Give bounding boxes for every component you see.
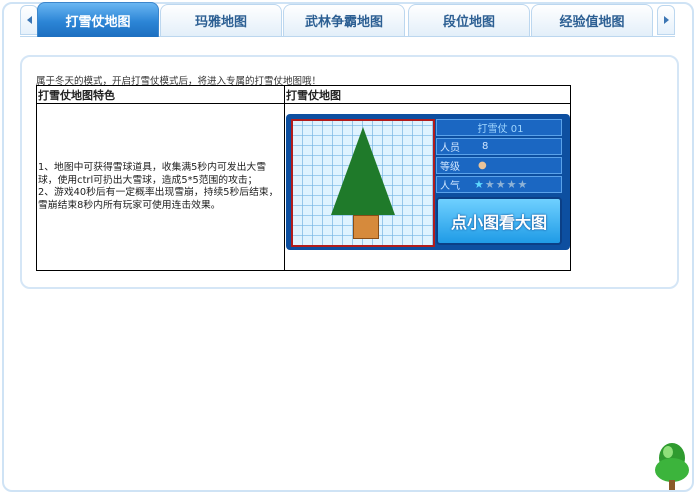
tab-exp-map[interactable]: 经验值地图 [531, 4, 653, 36]
view-large-map-button[interactable]: 点小图看大图 [436, 197, 562, 245]
level-row: 等级 ● [436, 157, 562, 174]
map-info-column: 打雪仗 01 人员 8 等级 ● 人气 ★★★★★ 点小图看大图 [436, 119, 562, 245]
map-preview-cell: 打雪仗 01 人员 8 等级 ● 人气 ★★★★★ 点小图看大图 [284, 103, 571, 271]
tree-trunk [353, 215, 379, 239]
level-badge-icon: ● [478, 160, 487, 171]
tab-wulin-map[interactable]: 武林争霸地图 [283, 4, 405, 36]
players-row: 人员 8 [436, 138, 562, 155]
pine-tree-icon [655, 443, 689, 490]
star-empty-icon: ★★★★ [484, 178, 529, 191]
level-label: 等级 [440, 162, 460, 173]
tab-scroll-right-button[interactable] [657, 5, 675, 35]
tab-rank-map[interactable]: 段位地图 [408, 4, 530, 36]
features-text: 1、地图中可获得雪球道具，收集满5秒内可发出大雪球，使用ctrl可扔出大雪球，造… [38, 162, 279, 211]
tab-snowball-map[interactable]: 打雪仗地图 [37, 2, 159, 37]
popularity-row: 人气 ★★★★★ [436, 176, 562, 193]
popularity-stars: ★★★★★ [474, 178, 528, 191]
content-panel: 属于冬天的模式，开启打雪仗模式后，将进入专属的打雪仗地图哦！ 打雪仗地图特色 打… [20, 55, 679, 289]
map-info-table: 打雪仗地图特色 打雪仗地图 1、地图中可获得雪球道具，收集满5秒内可发出大雪球，… [36, 85, 571, 271]
features-description: 1、地图中可获得雪球道具，收集满5秒内可发出大雪球，使用ctrl可扔出大雪球，造… [36, 103, 285, 271]
map-thumbnail[interactable] [291, 119, 435, 247]
map-title: 打雪仗 01 [436, 119, 562, 136]
players-value: 8 [482, 141, 489, 152]
christmas-tree-icon [331, 127, 395, 215]
arrow-right-icon [663, 16, 669, 24]
tab-maya-map[interactable]: 玛雅地图 [160, 4, 282, 36]
tab-scroll-left-button[interactable] [20, 5, 38, 35]
star-filled-icon: ★ [474, 178, 485, 191]
players-label: 人员 [440, 143, 460, 154]
arrow-left-icon [26, 16, 32, 24]
popularity-label: 人气 [440, 181, 460, 192]
tab-bar: 打雪仗地图 玛雅地图 武林争霸地图 段位地图 经验值地图 [20, 2, 675, 37]
map-preview-card[interactable]: 打雪仗 01 人员 8 等级 ● 人气 ★★★★★ 点小图看大图 [286, 114, 570, 250]
map-header: 打雪仗地图 [284, 85, 571, 104]
features-header: 打雪仗地图特色 [36, 85, 285, 104]
